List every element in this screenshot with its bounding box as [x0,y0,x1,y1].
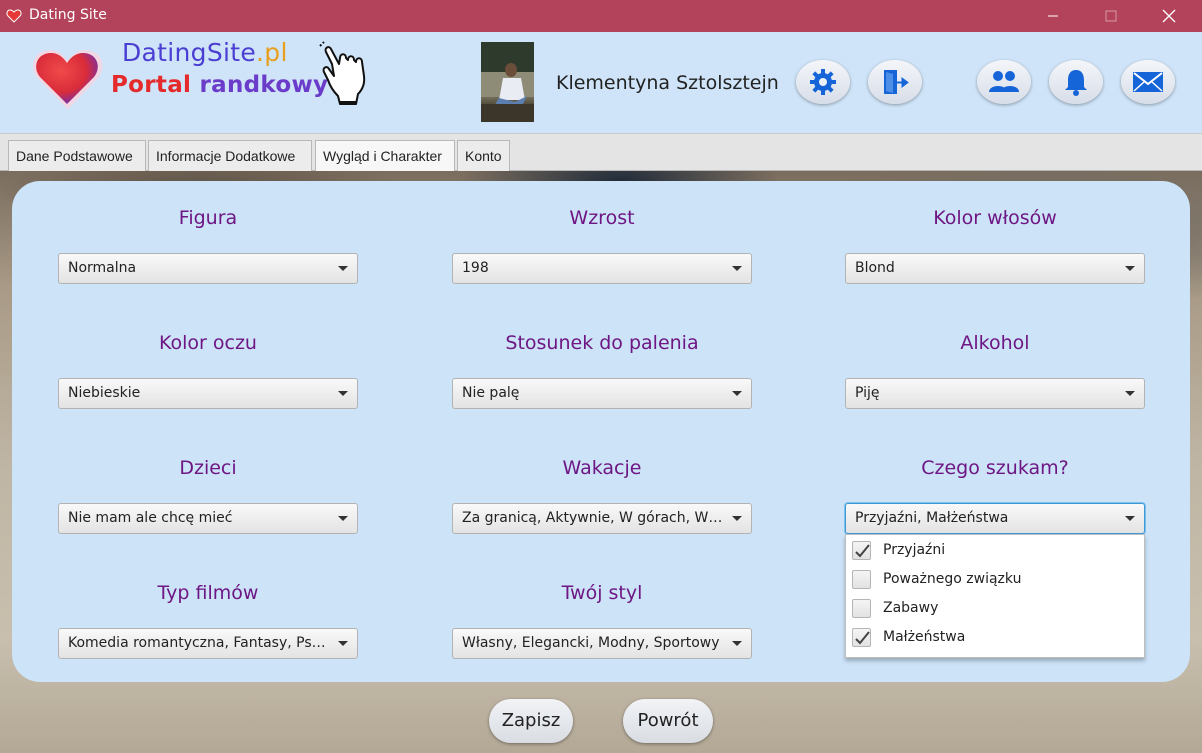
label-dzieci: Dzieci [179,457,237,479]
tab-dane-podstawowe[interactable]: Dane Podstawowe [8,140,146,172]
checkbox[interactable] [852,628,871,647]
label-czego-szukam: Czego szukam? [921,457,1069,479]
title-bar: Dating Site [0,0,1202,32]
checkbox[interactable] [852,570,871,589]
checkbox[interactable] [852,541,871,560]
label-typ-filmow: Typ filmów [157,582,259,604]
tab-strip: Dane Podstawowe Informacje Dodatkowe Wyg… [0,133,1202,173]
avatar[interactable] [481,42,534,122]
twoj-styl-select[interactable]: Własny, Elegancki, Modny, Sportowy [452,628,752,659]
checkbox[interactable] [852,599,871,618]
tab-wyglad-i-charakter[interactable]: Wygląd i Charakter [315,140,455,173]
close-icon [1162,9,1176,23]
wakacje-value: Za granicą, Aktywnie, W górach, W ... [462,510,724,526]
back-button[interactable]: Powrót [623,699,713,743]
heart-app-icon [6,9,22,23]
kolor-wlosow-value: Blond [855,260,895,276]
mail-icon [1133,72,1163,92]
logo-tld: .pl [256,38,288,67]
dzieci-select[interactable]: Nie mam ale chcę mieć [58,503,358,534]
minimize-button[interactable] [1030,0,1076,32]
gear-icon [810,69,836,95]
alkohol-value: Piję [855,385,880,401]
label-stosunek-do-palenia: Stosunek do palenia [505,332,699,354]
czego-szukam-value: Przyjaźni, Małżeństwa [855,510,1009,526]
messages-button[interactable] [1121,60,1175,104]
maximize-button[interactable] [1088,0,1134,32]
option-label: Poważnego związku [883,571,1022,587]
dzieci-value: Nie mam ale chcę mieć [68,510,233,526]
logo-title: DatingSite.pl [122,38,288,67]
chevron-down-icon [1125,266,1135,271]
palenie-value: Nie palę [462,385,520,401]
label-wzrost: Wzrost [569,207,635,229]
heart-logo-icon[interactable] [30,44,104,112]
kolor-oczu-value: Niebieskie [68,385,141,401]
label-kolor-oczu: Kolor oczu [159,332,257,354]
chevron-down-icon [732,641,742,646]
minimize-icon [1048,15,1058,17]
chevron-down-icon [338,516,348,521]
logo-name: DatingSite [122,38,257,67]
palenie-select[interactable]: Nie palę [452,378,752,409]
alkohol-select[interactable]: Piję [845,378,1145,409]
logout-icon [884,70,909,94]
avatar-photo [481,42,534,122]
typ-filmow-value: Komedia romantyczna, Fantasy, Psy... [68,635,330,651]
checkmark-icon [855,544,870,558]
chevron-down-icon [732,266,742,271]
label-wakacje: Wakacje [562,457,642,479]
czego-szukam-dropdown: Przyjaźni Poważnego związku Zabawy Małże… [845,534,1145,658]
user-name: Klementyna Sztolsztejn [556,72,779,94]
wakacje-select[interactable]: Za granicą, Aktywnie, W górach, W ... [452,503,752,534]
dropdown-option-przyjazni[interactable]: Przyjaźni [846,536,1144,565]
czego-szukam-select[interactable]: Przyjaźni, Małżeństwa [845,503,1145,534]
app-header: DatingSite.pl Portal randkowy Klementyna… [0,32,1202,133]
twoj-styl-value: Własny, Elegancki, Modny, Sportowy [462,635,720,651]
label-alkohol: Alkohol [960,332,1030,354]
checkmark-icon [855,631,870,645]
bell-icon [1065,70,1087,96]
figura-select[interactable]: Normalna [58,253,358,284]
maximize-icon [1105,10,1117,22]
chevron-down-icon [1125,391,1135,396]
logo-subtitle: Portal randkowy [111,72,328,98]
tab-konto[interactable]: Konto [457,140,510,172]
chevron-down-icon [732,391,742,396]
close-button[interactable] [1146,0,1192,32]
wzrost-value: 198 [462,260,489,276]
option-label: Zabawy [883,600,939,616]
dropdown-option-malzenstwa[interactable]: Małżeństwa [846,623,1144,652]
notifications-button[interactable] [1049,60,1103,104]
label-figura: Figura [178,207,238,229]
kolor-oczu-select[interactable]: Niebieskie [58,378,358,409]
kolor-wlosow-select[interactable]: Blond [845,253,1145,284]
option-label: Małżeństwa [883,629,966,645]
label-twoj-styl: Twój styl [561,582,643,604]
logo-subtitle-part2: randkowy [199,72,329,98]
dropdown-option-powaznego-zwiazku[interactable]: Poważnego związku [846,565,1144,594]
option-label: Przyjaźni [883,542,946,558]
wzrost-select[interactable]: 198 [452,253,752,284]
label-kolor-wlosow: Kolor włosów [933,207,1057,229]
friends-icon [989,71,1019,92]
chevron-down-icon [338,266,348,271]
chevron-down-icon [732,516,742,521]
typ-filmow-select[interactable]: Komedia romantyczna, Fantasy, Psy... [58,628,358,659]
logo-subtitle-part1: Portal [111,72,200,98]
logout-button[interactable] [868,60,922,104]
friends-button[interactable] [977,60,1031,104]
chevron-down-icon [338,391,348,396]
dropdown-option-zabawy[interactable]: Zabawy [846,594,1144,623]
tab-informacje-dodatkowe[interactable]: Informacje Dodatkowe [148,140,312,172]
pointing-hand-icon [319,41,366,105]
chevron-down-icon [338,641,348,646]
figura-value: Normalna [68,260,137,276]
save-button[interactable]: Zapisz [489,699,573,743]
settings-button[interactable] [796,60,850,104]
chevron-down-icon [1125,516,1135,521]
window-title: Dating Site [29,7,107,23]
